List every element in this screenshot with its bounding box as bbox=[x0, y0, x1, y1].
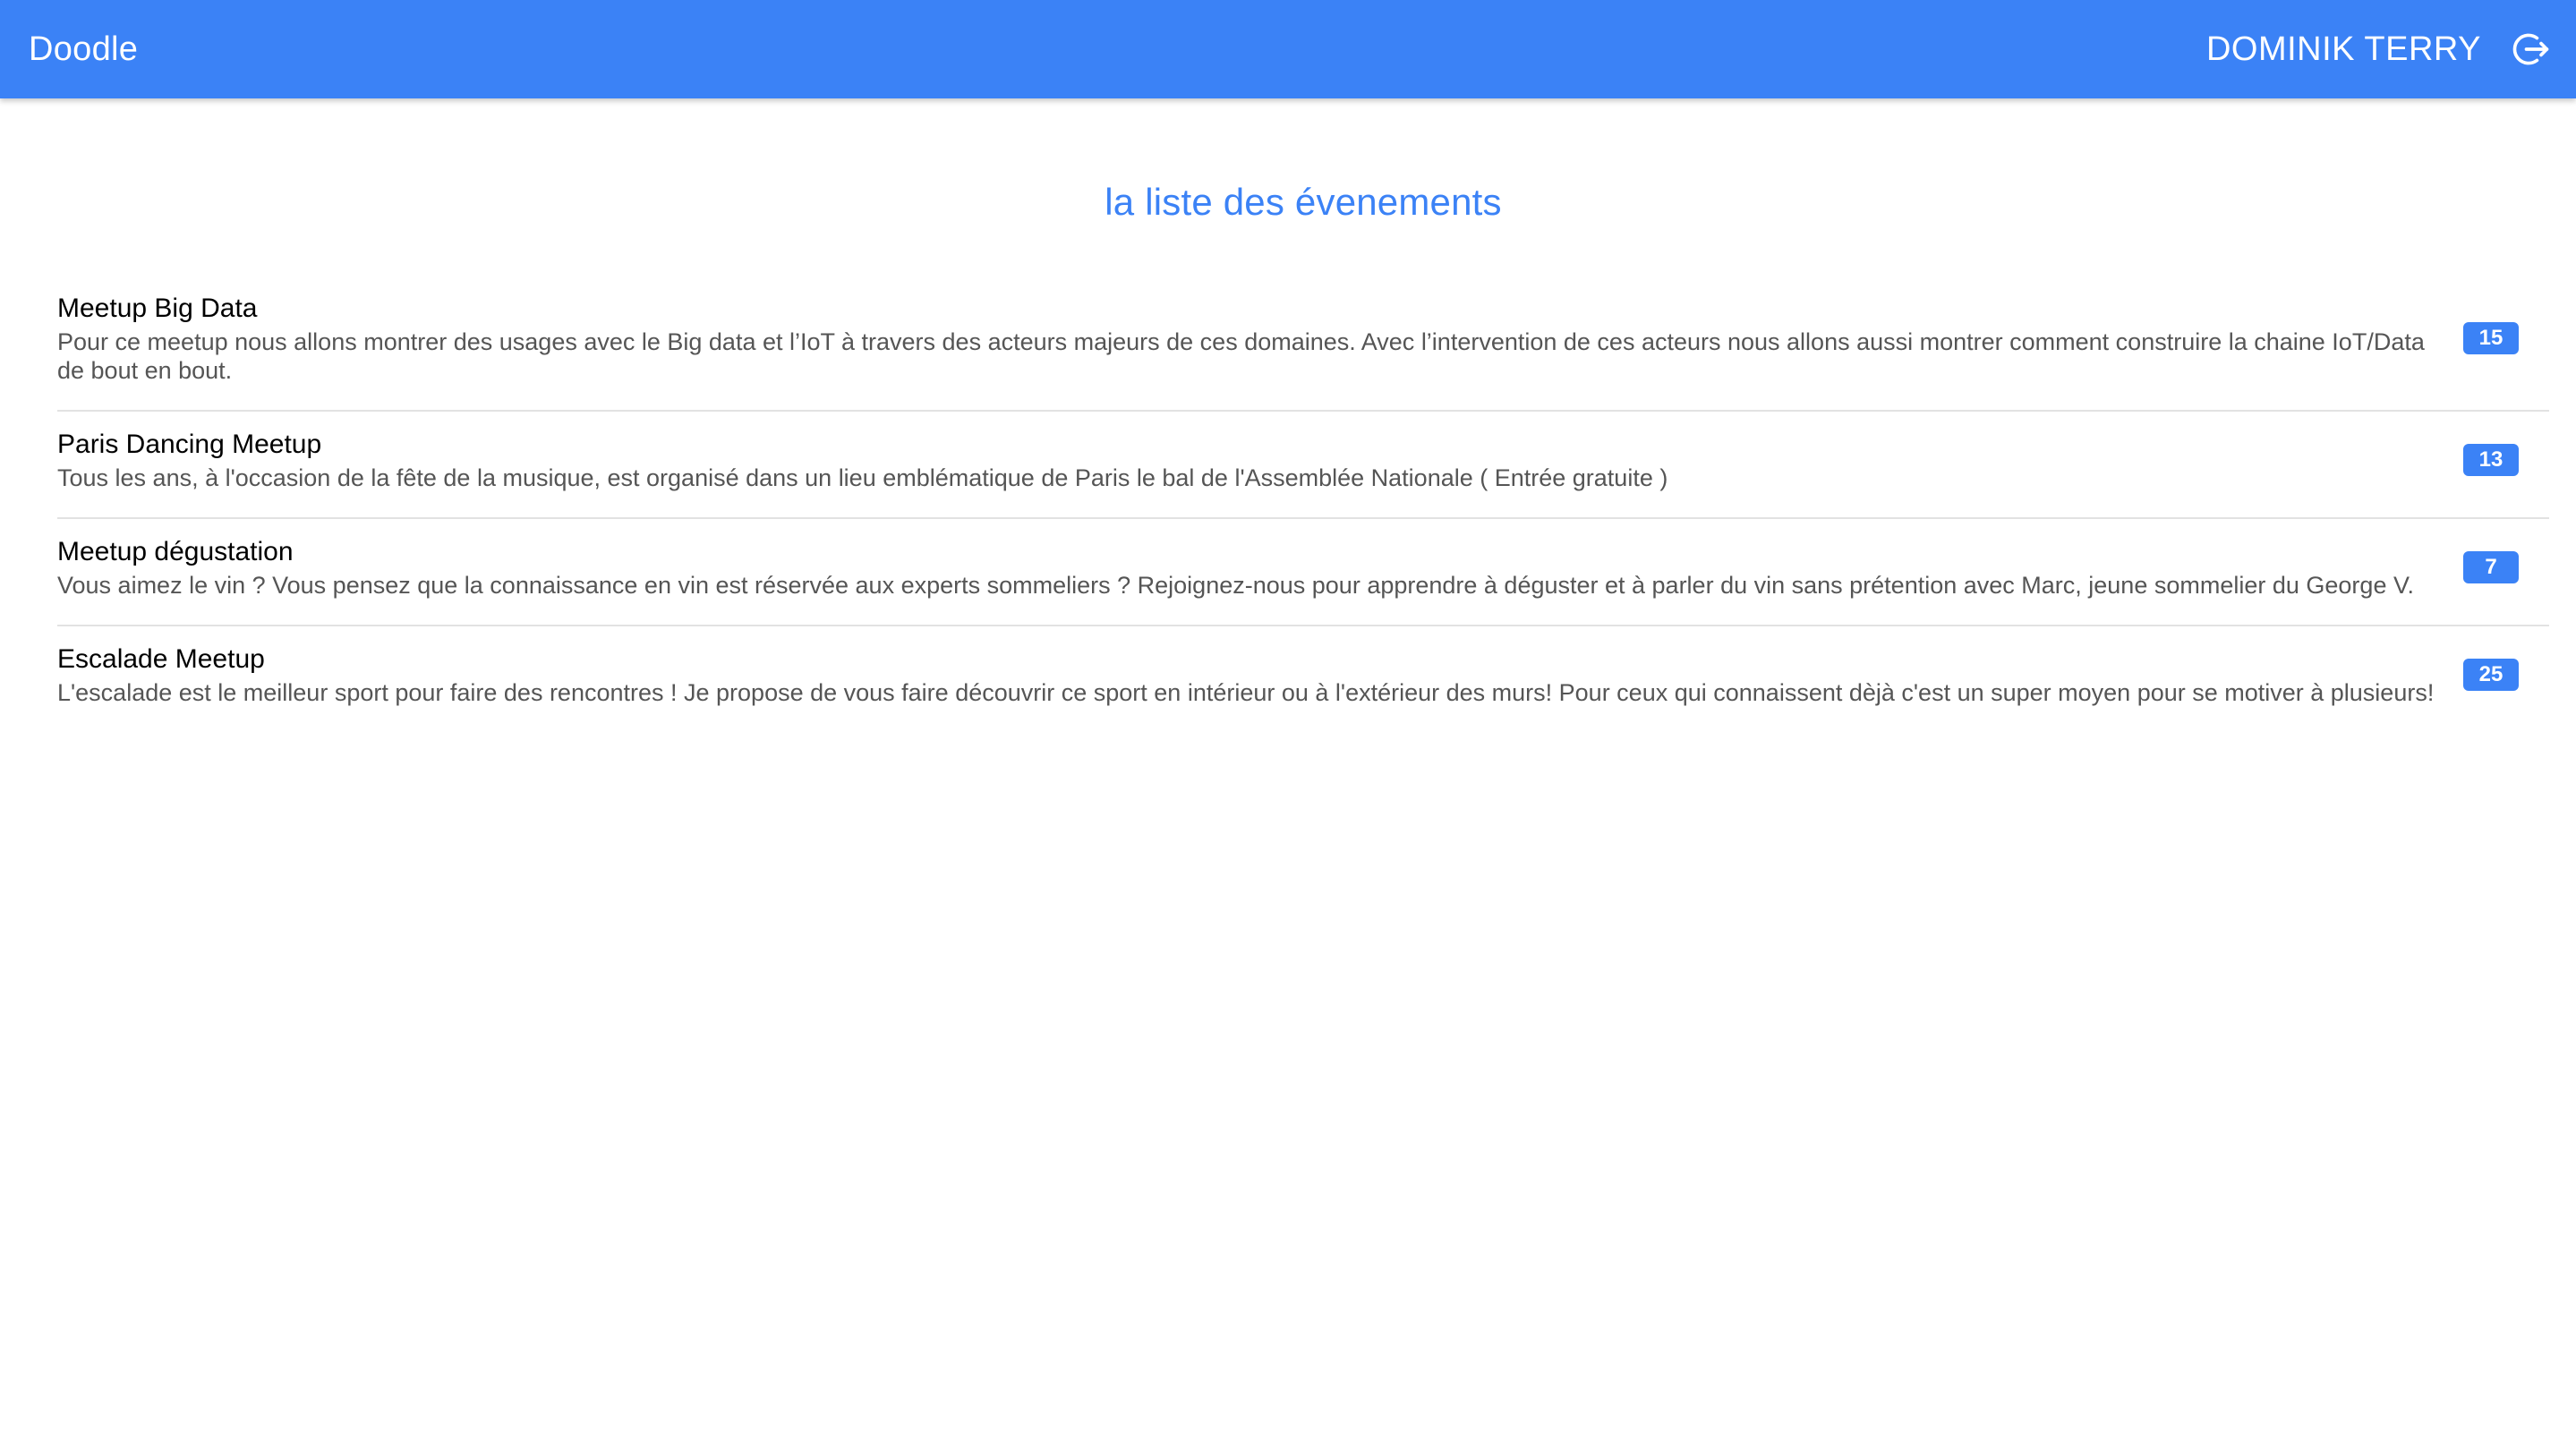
event-item[interactable]: Meetup Big Data Pour ce meetup nous allo… bbox=[57, 276, 2549, 412]
user-name: DOMINIK TERRY bbox=[2205, 30, 2481, 68]
main-content: la liste des évenements Meetup Big Data … bbox=[0, 98, 2576, 1430]
event-item[interactable]: Escalade Meetup L'escalade est le meille… bbox=[57, 626, 2549, 732]
event-text: Meetup Big Data Pour ce meetup nous allo… bbox=[57, 292, 2463, 385]
event-text: Escalade Meetup L'escalade est le meille… bbox=[57, 643, 2463, 707]
event-description: Pour ce meetup nous allons montrer des u… bbox=[57, 328, 2425, 384]
participant-count-badge: 13 bbox=[2463, 444, 2519, 476]
app-bar: Doodle DOMINIK TERRY bbox=[0, 0, 2576, 98]
event-description: L'escalade est le meilleur sport pour fa… bbox=[57, 679, 2435, 706]
event-title: Paris Dancing Meetup bbox=[57, 430, 322, 459]
app-brand[interactable]: Doodle bbox=[29, 30, 138, 69]
user-area: DOMINIK TERRY bbox=[2206, 26, 2555, 72]
participant-count-badge: 25 bbox=[2463, 659, 2519, 691]
event-description: Tous les ans, à l'occasion de la fête de… bbox=[57, 464, 1668, 491]
event-description: Vous aimez le vin ? Vous pensez que la c… bbox=[57, 572, 2414, 599]
event-title: Meetup dégustation bbox=[57, 537, 294, 566]
event-title: Escalade Meetup bbox=[57, 644, 265, 674]
event-title: Meetup Big Data bbox=[57, 294, 258, 323]
event-text: Paris Dancing Meetup Tous les ans, à l'o… bbox=[57, 428, 2463, 492]
event-list: Meetup Big Data Pour ce meetup nous allo… bbox=[57, 276, 2549, 732]
logout-icon bbox=[2512, 33, 2549, 65]
event-item[interactable]: Meetup dégustation Vous aimez le vin ? V… bbox=[57, 519, 2549, 626]
logout-button[interactable] bbox=[2508, 26, 2555, 72]
page-title: la liste des évenements bbox=[1105, 181, 1502, 223]
participant-count-badge: 7 bbox=[2463, 551, 2519, 583]
event-item[interactable]: Paris Dancing Meetup Tous les ans, à l'o… bbox=[57, 412, 2549, 519]
event-text: Meetup dégustation Vous aimez le vin ? V… bbox=[57, 535, 2463, 600]
participant-count-badge: 15 bbox=[2463, 322, 2519, 354]
